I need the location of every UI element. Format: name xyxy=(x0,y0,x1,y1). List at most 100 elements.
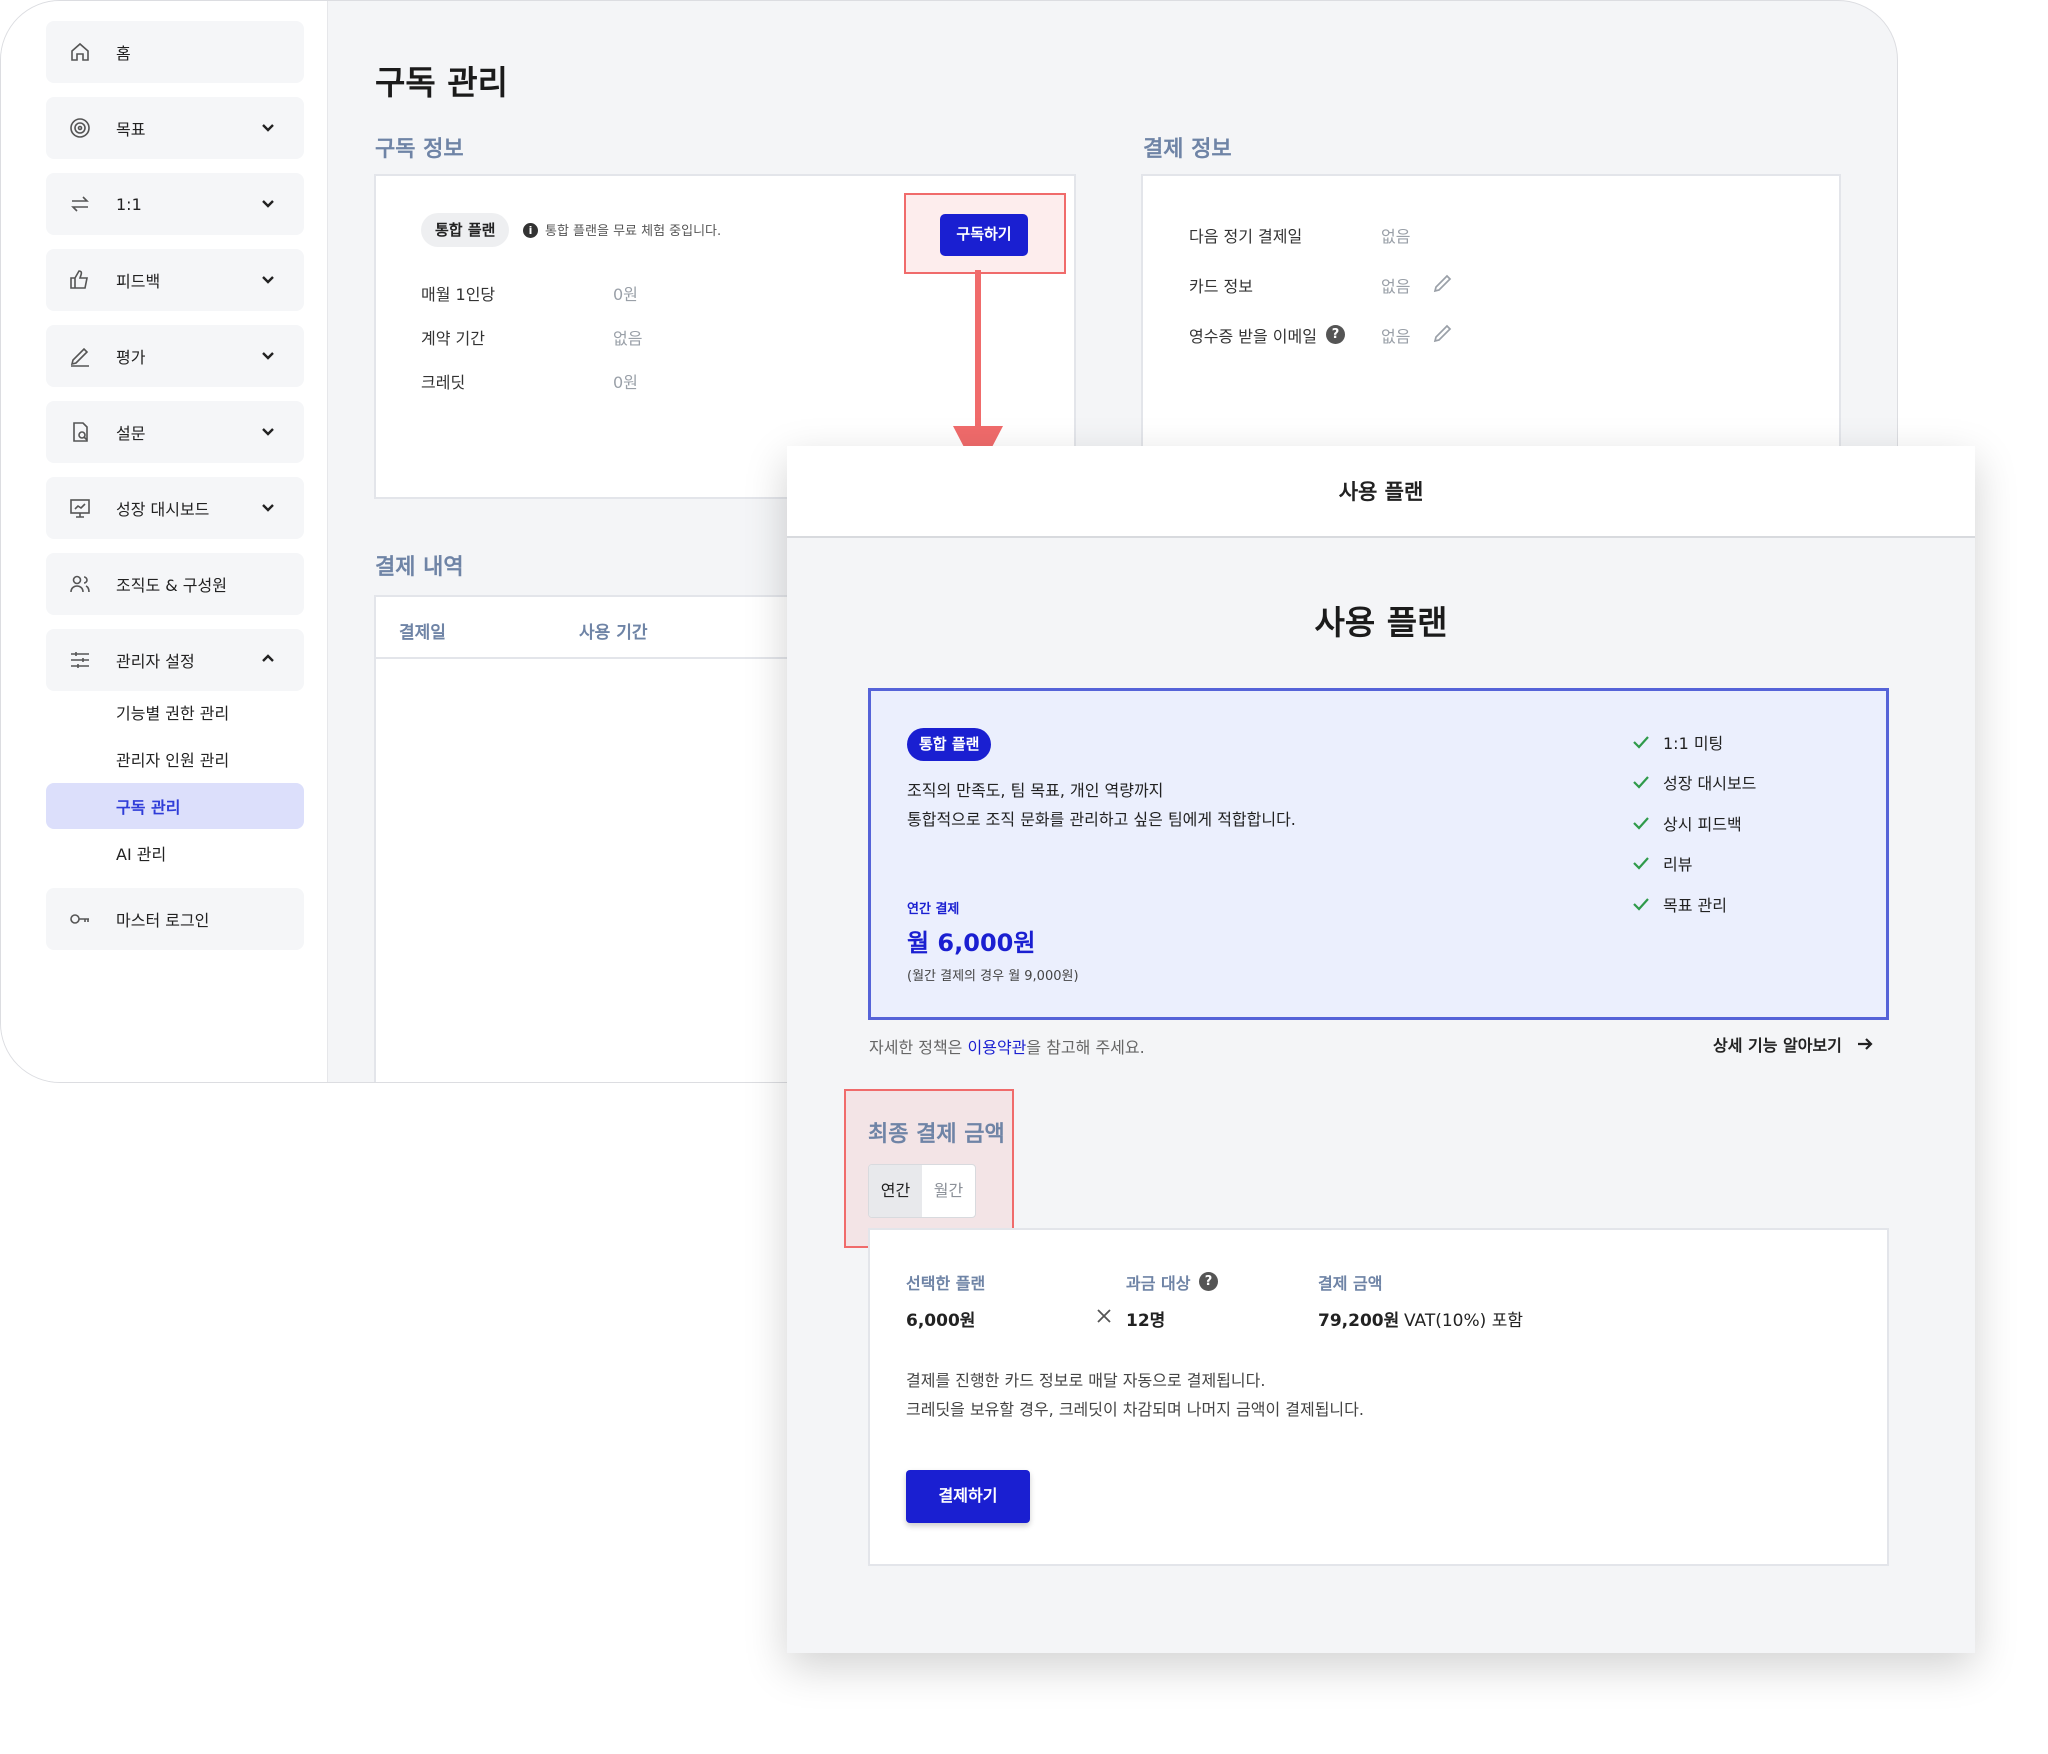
amount-label: 결제 금액 xyxy=(1318,1274,1383,1293)
sidebar-item-home[interactable]: 홈 xyxy=(46,21,304,83)
modal-header: 사용 플랜 xyxy=(787,446,1975,538)
check-icon xyxy=(1633,817,1649,830)
monthly-per-person-value: 0원 xyxy=(613,285,638,304)
survey-icon xyxy=(66,418,94,446)
feature-item: 1:1 미팅 xyxy=(1631,730,1723,754)
selected-plan-value: 6,000원 xyxy=(906,1311,976,1331)
sidebar-item-label: 1:1 xyxy=(116,194,142,214)
chevron-down-icon xyxy=(260,271,276,287)
plan-card[interactable]: 통합 플랜 조직의 만족도, 팀 목표, 개인 역량까지 통합적으로 조직 문화… xyxy=(868,688,1889,1020)
sidebar-subitem-permissions[interactable]: 기능별 권한 관리 xyxy=(46,689,304,735)
next-payment-date-value: 없음 xyxy=(1381,227,1411,246)
home-icon xyxy=(66,38,94,66)
terms-link[interactable]: 이용약관 xyxy=(968,1038,1027,1057)
column-header-payment-date: 결제일 xyxy=(399,623,446,643)
sidebar-item-master-login[interactable]: 마스터 로그인 xyxy=(46,888,304,950)
contract-period-value: 없음 xyxy=(613,329,643,348)
plan-modal: 사용 플랜 사용 플랜 통합 플랜 조직의 만족도, 팀 목표, 개인 역량까지… xyxy=(787,446,1975,1653)
billing-target-value: 12명 xyxy=(1126,1311,1166,1331)
edit-card-pencil-icon[interactable] xyxy=(1431,271,1455,295)
final-amount-title: 최종 결제 금액 xyxy=(868,1122,1005,1147)
feature-item: 성장 대시보드 xyxy=(1631,770,1756,794)
amount-value: 79,200원 xyxy=(1318,1311,1400,1331)
toggle-monthly[interactable]: 월간 xyxy=(922,1165,975,1217)
contract-period-label: 계약 기간 xyxy=(421,329,485,348)
sidebar-item-survey[interactable]: 설문 xyxy=(46,401,304,463)
sidebar-item-label: 평가 xyxy=(116,348,146,367)
next-payment-date-label: 다음 정기 결제일 xyxy=(1189,227,1303,246)
subscription-info-title: 구독 정보 xyxy=(375,137,464,162)
payment-note: 크레딧을 보유할 경우, 크레딧이 차감되며 나머지 금액이 결제됩니다. xyxy=(906,1400,1364,1419)
check-icon xyxy=(1633,898,1649,911)
feature-item: 리뷰 xyxy=(1631,851,1692,875)
selected-plan-label: 선택한 플랜 xyxy=(906,1274,986,1293)
edit-email-pencil-icon[interactable] xyxy=(1431,321,1455,345)
chevron-up-icon xyxy=(260,651,276,667)
feature-item: 상시 피드백 xyxy=(1631,811,1742,835)
payment-summary-card: 선택한 플랜 6,000원 과금 대상 ? 12명 결제 금액 79,200원 … xyxy=(868,1228,1889,1566)
trial-note: 통합 플랜을 무료 체험 중입니다. xyxy=(545,224,722,239)
sidebar-subitem-subscription[interactable]: 구독 관리 xyxy=(46,783,304,829)
pay-button[interactable]: 결제하기 xyxy=(906,1470,1030,1523)
sidebar: 홈 목표 1:1 피드백 평가 설문 성장 대시보드 조직도 & 구성원 관리자… xyxy=(1,1,328,1082)
annual-billing-label: 연간 결제 xyxy=(907,902,960,917)
chevron-down-icon xyxy=(260,119,276,135)
plan-description: 통합적으로 조직 문화를 관리하고 싶은 팀에게 적합합니다. xyxy=(907,810,1296,829)
toggle-annual[interactable]: 연간 xyxy=(869,1165,922,1217)
thumbs-up-icon xyxy=(66,266,94,294)
users-icon xyxy=(66,570,94,598)
sidebar-item-label: 홈 xyxy=(116,44,131,63)
credit-value: 0원 xyxy=(613,373,638,392)
help-icon[interactable]: ? xyxy=(1326,325,1345,344)
sidebar-item-label: 성장 대시보드 xyxy=(116,500,210,519)
sidebar-item-label: 조직도 & 구성원 xyxy=(116,576,227,595)
info-icon: i xyxy=(523,223,538,238)
plan-description: 조직의 만족도, 팀 목표, 개인 역량까지 xyxy=(907,781,1164,800)
payment-history-title: 결제 내역 xyxy=(375,555,464,580)
sidebar-item-admin-settings[interactable]: 관리자 설정 xyxy=(46,629,304,691)
check-icon xyxy=(1633,776,1649,789)
payment-note: 결제를 진행한 카드 정보로 매달 자동으로 결제됩니다. xyxy=(906,1371,1266,1390)
feature-item: 목표 관리 xyxy=(1631,892,1727,916)
column-header-usage-period: 사용 기간 xyxy=(579,623,648,643)
arrow-right-icon xyxy=(1857,1038,1873,1050)
policy-note: 자세한 정책은 이용약관을 참고해 주세요. xyxy=(869,1038,1145,1057)
dashboard-icon xyxy=(66,494,94,522)
sidebar-subitem-ai[interactable]: AI 관리 xyxy=(46,830,304,876)
target-icon xyxy=(66,114,94,142)
plan-badge: 통합 플랜 xyxy=(907,728,992,761)
monthly-price-note: (월간 결제의 경우 월 9,000원) xyxy=(907,969,1079,984)
sidebar-item-growth-dashboard[interactable]: 성장 대시보드 xyxy=(46,477,304,539)
subscribe-button[interactable]: 구독하기 xyxy=(940,214,1028,256)
card-info-label: 카드 정보 xyxy=(1189,277,1253,296)
chevron-down-icon xyxy=(260,347,276,363)
check-icon xyxy=(1633,736,1649,749)
modal-title: 사용 플랜 xyxy=(1314,603,1448,642)
sidebar-item-label: 설문 xyxy=(116,424,146,443)
sidebar-item-feedback[interactable]: 피드백 xyxy=(46,249,304,311)
sidebar-item-evaluation[interactable]: 평가 xyxy=(46,325,304,387)
page-title: 구독 관리 xyxy=(375,63,508,102)
help-icon[interactable]: ? xyxy=(1199,1272,1218,1291)
sidebar-item-label: 피드백 xyxy=(116,272,161,291)
sliders-icon xyxy=(66,646,94,674)
receipt-email-value: 없음 xyxy=(1381,327,1411,346)
sidebar-item-label: 마스터 로그인 xyxy=(116,911,210,930)
chevron-down-icon xyxy=(260,499,276,515)
feature-details-link[interactable]: 상세 기능 알아보기 xyxy=(1713,1032,1874,1056)
multiply-icon xyxy=(1094,1306,1114,1326)
sidebar-subitem-admin-members[interactable]: 관리자 인원 관리 xyxy=(46,736,304,782)
card-info-value: 없음 xyxy=(1381,277,1411,296)
sidebar-item-goals[interactable]: 목표 xyxy=(46,97,304,159)
billing-cycle-toggle[interactable]: 연간 월간 xyxy=(868,1164,976,1218)
check-icon xyxy=(1633,857,1649,870)
plan-price: 월 6,000원 xyxy=(907,929,1036,957)
sidebar-item-label: 목표 xyxy=(116,120,146,139)
payment-info-title: 결제 정보 xyxy=(1143,137,1232,162)
exchange-icon xyxy=(66,190,94,218)
credit-label: 크레딧 xyxy=(421,373,466,392)
billing-target-label: 과금 대상 xyxy=(1126,1274,1191,1293)
sidebar-item-org-chart[interactable]: 조직도 & 구성원 xyxy=(46,553,304,615)
sidebar-item-one-on-one[interactable]: 1:1 xyxy=(46,173,304,235)
plan-badge: 통합 플랜 xyxy=(421,213,510,247)
